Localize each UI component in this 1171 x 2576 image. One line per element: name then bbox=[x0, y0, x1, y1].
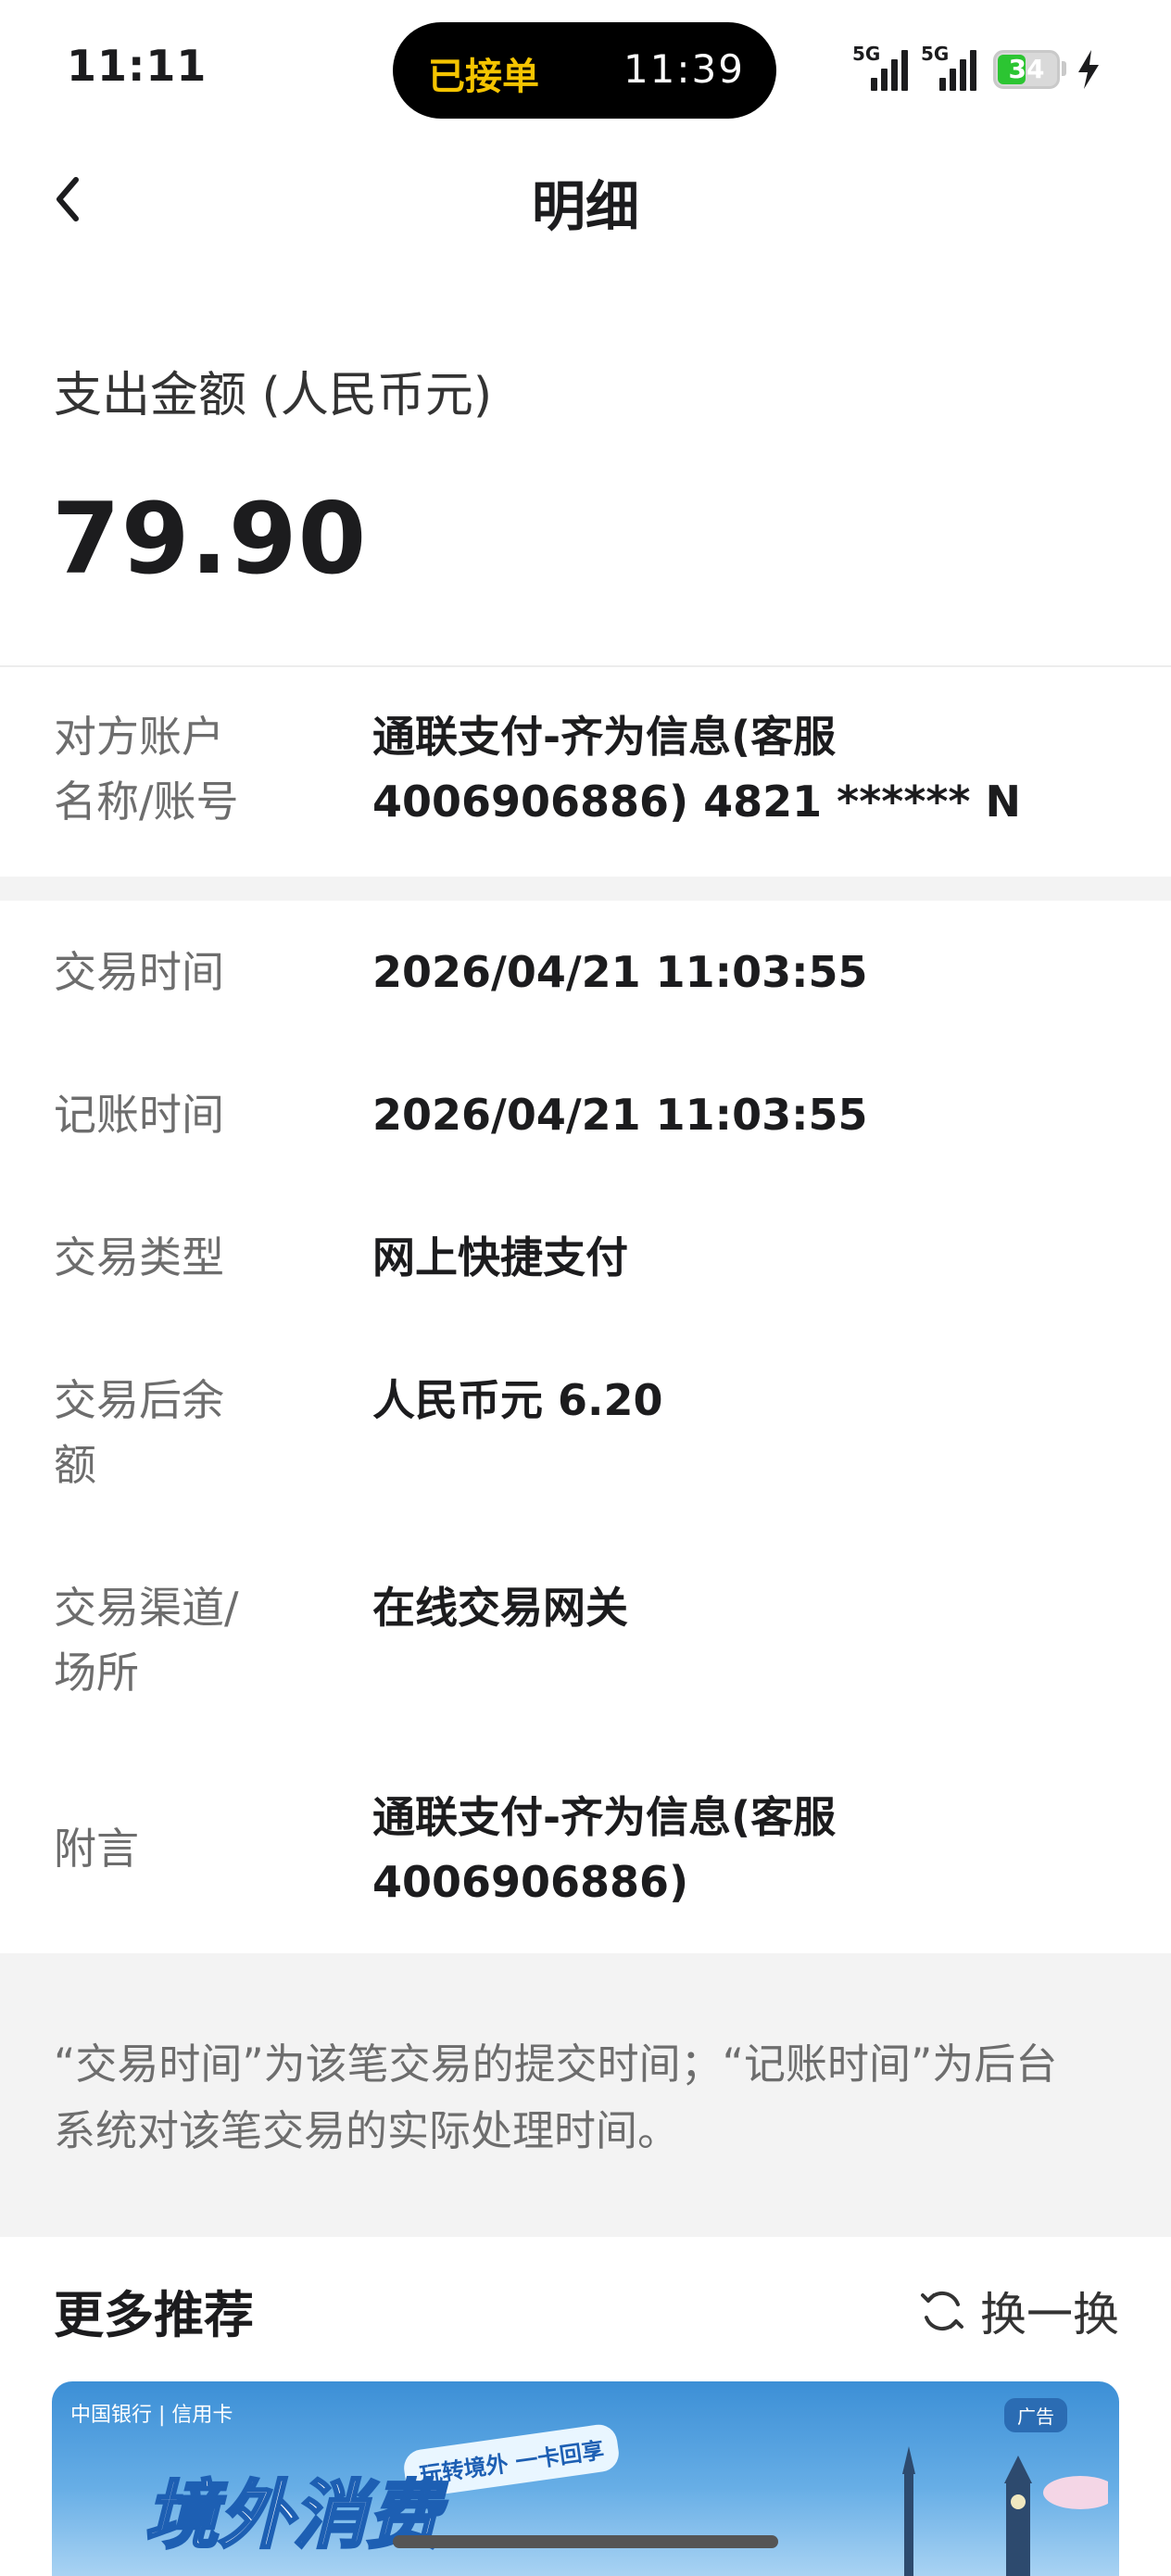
detail-value-balance: 人民币元 6.20 bbox=[372, 1375, 663, 1425]
amount-label: 支出金额 (人民币元) bbox=[54, 368, 493, 423]
counterparty-value-line1: 通联支付-齐为信息(客服 bbox=[372, 712, 837, 762]
home-indicator[interactable] bbox=[393, 2535, 778, 2548]
page-title: 明细 bbox=[531, 175, 639, 238]
signal-1-icon: 5G bbox=[852, 43, 908, 91]
channel-label-line1: 交易渠道/ bbox=[54, 1583, 239, 1633]
battery-tip bbox=[1062, 61, 1066, 76]
detail-label-channel: 交易渠道/ 场所 bbox=[54, 1575, 239, 1705]
detail-label-memo: 附言 bbox=[54, 1824, 139, 1874]
memo-value-line2: 4006906886) bbox=[372, 1857, 689, 1907]
detail-value-memo: 通联支付-齐为信息(客服 4006906886) bbox=[372, 1785, 1132, 1914]
note-line1: “交易时间”为该笔交易的提交时间；“记账时间”为后台 bbox=[54, 2039, 1058, 2089]
detail-label-trade-time: 交易时间 bbox=[54, 947, 224, 997]
refresh-label: 换一换 bbox=[980, 2288, 1119, 2342]
battery-level: 34 bbox=[1008, 54, 1045, 84]
note-text: “交易时间”为该笔交易的提交时间；“记账时间”为后台 系统对该笔交易的实际处理时… bbox=[54, 2031, 1128, 2165]
amount-value: 79.90 bbox=[52, 482, 368, 596]
detail-label-post-time: 记账时间 bbox=[54, 1090, 224, 1140]
bank-logo: 中国银行 | 信用卡 bbox=[70, 2404, 233, 2427]
detail-label-type: 交易类型 bbox=[54, 1232, 224, 1282]
balance-label-line2: 额 bbox=[54, 1440, 96, 1490]
detail-value-trade-time: 2026/04/21 11:03:55 bbox=[372, 947, 868, 997]
signal-2-label: 5G bbox=[921, 43, 950, 65]
note-area: “交易时间”为该笔交易的提交时间；“记账时间”为后台 系统对该笔交易的实际处理时… bbox=[0, 1953, 1171, 2237]
battery-icon: 34 bbox=[993, 50, 1060, 89]
refresh-icon bbox=[921, 2291, 963, 2331]
divider bbox=[0, 665, 1171, 667]
section-gap bbox=[0, 877, 1171, 901]
memo-value-line1: 通联支付-齐为信息(客服 bbox=[372, 1792, 837, 1842]
dynamic-island[interactable]: 已接单 11:39 bbox=[393, 22, 776, 119]
balance-label-line1: 交易后余 bbox=[54, 1375, 224, 1425]
counterparty-label-line1: 对方账户 bbox=[54, 712, 224, 762]
charging-icon bbox=[1078, 50, 1099, 89]
island-timer: 11:39 bbox=[623, 46, 745, 92]
detail-value-post-time: 2026/04/21 11:03:55 bbox=[372, 1090, 868, 1140]
status-time: 11:11 bbox=[67, 41, 208, 91]
channel-label-line2: 场所 bbox=[54, 1648, 139, 1698]
landmarks-illustration bbox=[902, 2446, 1108, 2576]
counterparty-value[interactable]: 通联支付-齐为信息(客服 4006906886) 4821 ****** N bbox=[372, 704, 1132, 834]
counterparty-value-line2: 4006906886) 4821 ****** N bbox=[372, 777, 1021, 827]
detail-value-channel: 在线交易网关 bbox=[372, 1583, 628, 1633]
island-order-status: 已接单 bbox=[428, 56, 539, 98]
ad-badge: 广告 bbox=[1004, 2398, 1067, 2432]
status-bar: 11:11 已接单 11:39 5G 5G 34 bbox=[0, 0, 1171, 139]
counterparty-label-line2: 名称/账号 bbox=[54, 777, 239, 827]
detail-label-balance: 交易后余 额 bbox=[54, 1368, 224, 1497]
refresh-button[interactable]: 换一换 bbox=[917, 2274, 1119, 2348]
counterparty-label: 对方账户 名称/账号 bbox=[54, 704, 239, 834]
detail-value-type: 网上快捷支付 bbox=[372, 1232, 628, 1282]
more-recommend-title: 更多推荐 bbox=[54, 2286, 254, 2344]
note-line2: 系统对该笔交易的实际处理时间。 bbox=[54, 2106, 680, 2155]
signal-2-icon: 5G bbox=[921, 43, 976, 91]
signal-1-label: 5G bbox=[852, 43, 881, 65]
